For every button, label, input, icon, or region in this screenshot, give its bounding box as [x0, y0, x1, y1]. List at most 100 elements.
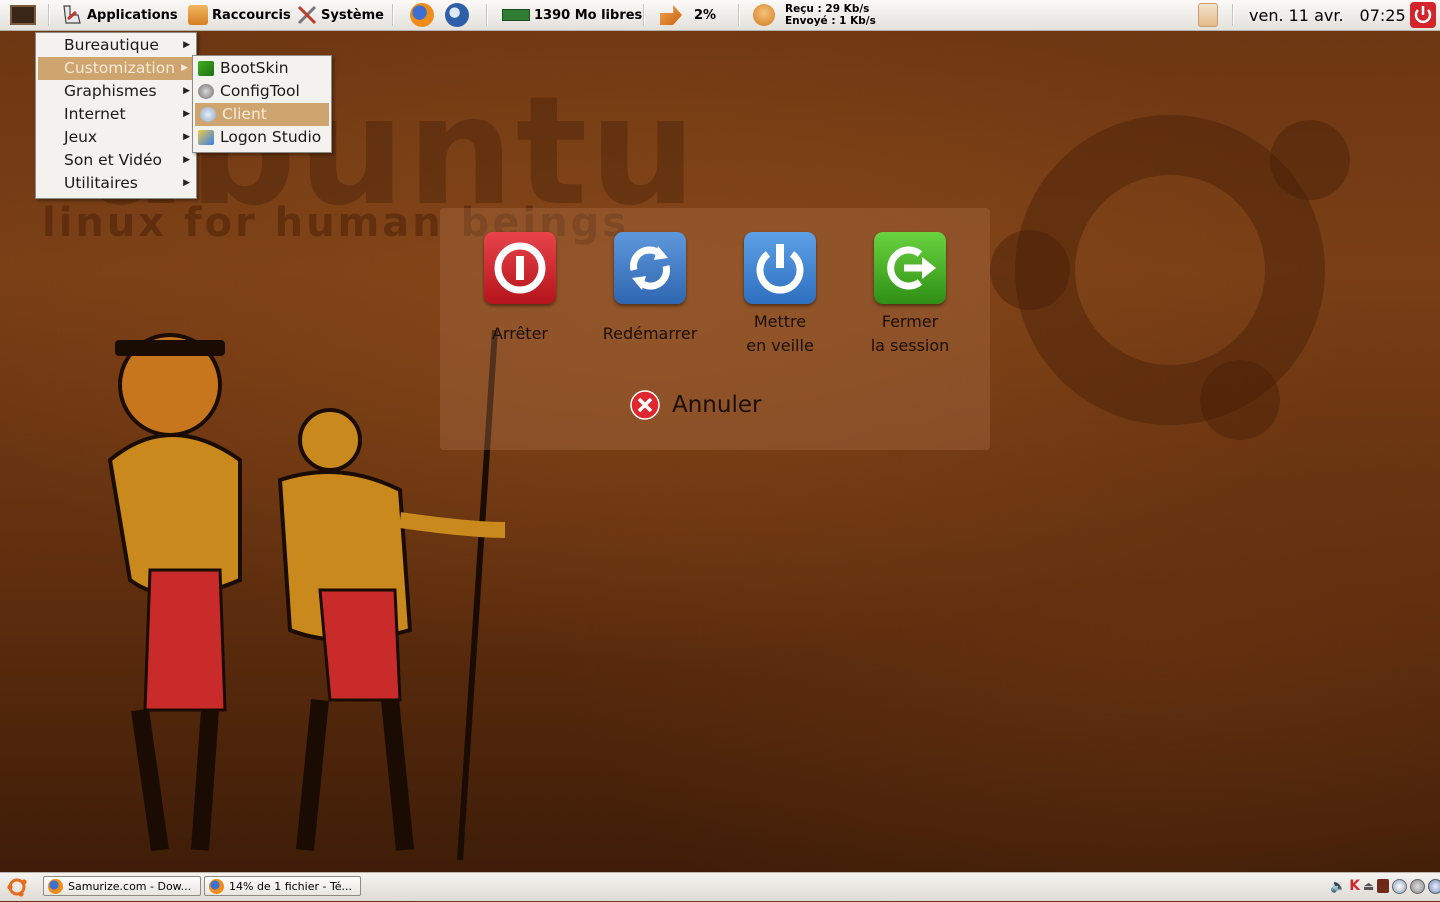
panel-separator	[1232, 4, 1234, 26]
configtool-icon	[198, 84, 214, 99]
eject-icon[interactable]: ⏏	[1363, 879, 1374, 893]
applications-label: Applications	[87, 7, 178, 23]
shutdown-icon	[494, 242, 546, 294]
volume-icon[interactable]: 🔉	[1330, 879, 1346, 894]
taskbar-item[interactable]: 14% de 1 fichier - Té...	[204, 876, 361, 896]
menu-item-graphismes[interactable]: Graphismes ▶	[36, 80, 196, 103]
date-text: ven. 11 avr.	[1249, 5, 1344, 25]
system-tray: 🔉 K ⏏	[1330, 878, 1440, 894]
desktop-icon	[10, 5, 36, 25]
globe-icon	[445, 3, 469, 27]
client-icon	[200, 107, 216, 122]
restart-label: Redémarrer	[602, 324, 698, 343]
logout-icon	[887, 246, 936, 290]
menu-item-label: Graphismes	[64, 82, 157, 100]
restart-button[interactable]	[614, 232, 686, 304]
menu-item-utilitaires[interactable]: Utilitaires ▶	[36, 172, 196, 195]
customization-submenu: BootSkin ConfigTool Client Logon Studio	[192, 55, 332, 153]
shutdown-button[interactable]	[484, 232, 556, 304]
taskbar-item-label: Samurize.com - Dow...	[68, 879, 192, 893]
cancel-button[interactable]: Annuler	[630, 390, 761, 420]
network-icon	[753, 4, 775, 26]
menu-item-label: Customization	[64, 59, 176, 77]
speaker-icon[interactable]	[1377, 879, 1390, 893]
menu-item-label: Internet	[64, 105, 126, 123]
panel-separator	[392, 4, 394, 26]
restart-icon	[630, 246, 670, 290]
menu-item-bureautique[interactable]: Bureautique ▶	[36, 34, 196, 57]
restart-action[interactable]: Redémarrer	[585, 232, 715, 346]
applications-icon	[63, 5, 81, 24]
memory-text: 1390 Mo libres	[534, 7, 643, 23]
submenu-arrow-icon: ▶	[183, 86, 190, 96]
logout-action[interactable]: Fermer la session	[845, 232, 975, 358]
menu-item-son-et-video[interactable]: Son et Vidéo ▶	[36, 149, 196, 172]
trash-applet[interactable]	[1198, 0, 1218, 30]
menu-item-customization[interactable]: Customization ▶	[38, 57, 194, 80]
system-menu-button[interactable]: Système	[296, 0, 384, 30]
logout-button[interactable]	[874, 232, 946, 304]
network-monitor[interactable]: Reçu : 29 Kb/s Envoyé : 1 Kb/s	[753, 0, 876, 30]
memory-monitor[interactable]: 1390 Mo libres	[502, 0, 642, 30]
taskbar-item-label: 14% de 1 fichier - Té...	[229, 879, 353, 893]
network-received: Reçu : 29 Kb/s	[785, 3, 870, 15]
menu-item-label: Client	[222, 105, 267, 123]
menu-item-client[interactable]: Client	[195, 103, 329, 126]
menu-item-internet[interactable]: Internet ▶	[36, 103, 196, 126]
power-button[interactable]	[1410, 0, 1436, 30]
ubuntu-menu-button[interactable]	[6, 876, 28, 902]
globe-tray-icon[interactable]	[1428, 878, 1440, 894]
circle-of-friends-logo	[990, 115, 1350, 440]
menu-item-label: ConfigTool	[220, 82, 300, 100]
show-desktop-button[interactable]	[10, 0, 36, 30]
places-label: Raccourcis	[212, 7, 291, 23]
trash-icon	[1198, 3, 1218, 27]
submenu-arrow-icon: ▶	[183, 132, 190, 142]
menu-item-label: Bureautique	[64, 36, 159, 54]
top-panel: Applications Raccourcis Système 1390 Mo …	[0, 0, 1440, 31]
taskbar-item[interactable]: Samurize.com - Dow...	[43, 876, 201, 896]
cancel-label: Annuler	[672, 392, 762, 418]
cancel-icon	[630, 390, 660, 420]
panel-separator	[486, 4, 488, 26]
cpu-text: 2%	[694, 7, 717, 23]
menu-item-bootskin[interactable]: BootSkin	[193, 57, 331, 80]
panel-separator	[738, 4, 740, 26]
applications-menu: Bureautique ▶ Customization ▶ Graphismes ▶ …	[35, 32, 197, 199]
menu-item-label: Son et Vidéo	[64, 151, 163, 169]
settings-tray-icon[interactable]	[1410, 878, 1426, 894]
menu-item-configtool[interactable]: ConfigTool	[193, 80, 331, 103]
places-menu-button[interactable]: Raccourcis	[188, 0, 291, 30]
power-icon	[1410, 2, 1436, 28]
system-label: Système	[321, 7, 384, 23]
suspend-action[interactable]: Mettre en veille	[715, 232, 845, 358]
network-tray-icon[interactable]	[1392, 878, 1408, 894]
logout-dialog: Arrêter Redémarrer Mettre en veille Ferm…	[440, 208, 990, 450]
menu-item-label: BootSkin	[220, 59, 289, 77]
folder-icon	[188, 5, 208, 25]
cpu-monitor[interactable]: 2%	[660, 0, 716, 30]
k-icon[interactable]: K	[1349, 878, 1360, 894]
panel-separator	[643, 4, 645, 26]
firefox-icon	[209, 878, 224, 894]
menu-item-label: Jeux	[64, 128, 98, 146]
submenu-arrow-icon: ▶	[183, 40, 190, 50]
shutdown-label: Arrêter	[491, 324, 548, 343]
clock-applet[interactable]: ven. 11 avr. 07:25	[1249, 0, 1406, 30]
menu-item-logon-studio[interactable]: Logon Studio	[193, 126, 331, 149]
firefox-icon	[48, 878, 63, 894]
ubuntu-logo-icon	[7, 878, 27, 897]
applications-menu-button[interactable]: Applications	[60, 0, 178, 30]
firefox-launcher[interactable]	[410, 0, 434, 30]
suspend-button[interactable]	[744, 232, 816, 304]
logon-studio-icon	[198, 130, 214, 145]
menu-item-jeux[interactable]: Jeux ▶	[36, 126, 196, 149]
logout-label: Fermer la session	[870, 312, 950, 355]
bottom-panel: Samurize.com - Dow... 14% de 1 fichier -…	[0, 872, 1440, 901]
thunderbird-launcher[interactable]	[445, 0, 469, 30]
shutdown-action[interactable]: Arrêter	[455, 232, 585, 346]
cpu-gauge-icon	[660, 5, 682, 25]
suspend-icon	[756, 244, 804, 294]
firefox-icon	[410, 3, 434, 27]
submenu-arrow-icon: ▶	[183, 155, 190, 165]
